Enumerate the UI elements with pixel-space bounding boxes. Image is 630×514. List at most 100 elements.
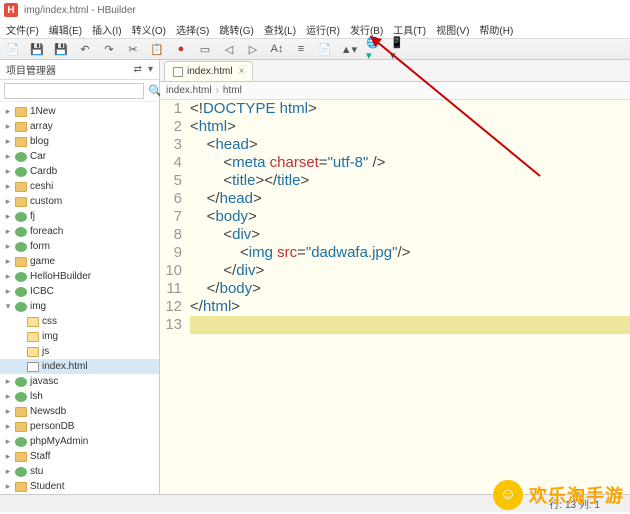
menu-item[interactable]: 视图(V) (436, 22, 469, 37)
new-icon[interactable]: 📄 (6, 42, 20, 56)
code-line[interactable]: </html> (190, 298, 630, 316)
paste-icon[interactable]: 📋 (150, 42, 164, 56)
breadcrumb-node[interactable]: html (223, 85, 242, 96)
twisty-icon[interactable]: ▸ (4, 286, 12, 297)
code-line[interactable]: </body> (190, 280, 630, 298)
code-line[interactable]: </div> (190, 262, 630, 280)
collapse-icon[interactable]: ▾ (148, 64, 153, 75)
tree-item[interactable]: css (0, 314, 159, 329)
tree-item[interactable]: ▸foreach (0, 224, 159, 239)
tree-item[interactable]: ▸Car (0, 149, 159, 164)
undo-icon[interactable]: ↶ (78, 42, 92, 56)
save-all-icon[interactable]: 💾 (54, 42, 68, 56)
tree-item[interactable]: ▸personDB (0, 419, 159, 434)
twisty-icon[interactable]: ▸ (4, 271, 12, 282)
tree-item[interactable]: ▾img (0, 299, 159, 314)
tree-item[interactable]: ▸blog (0, 134, 159, 149)
tree-item[interactable]: ▸Newsdb (0, 404, 159, 419)
code-line[interactable]: <html> (190, 118, 630, 136)
menu-item[interactable]: 跳转(G) (219, 22, 253, 37)
twisty-icon[interactable]: ▸ (4, 421, 12, 432)
tree-item[interactable]: ▸stu (0, 464, 159, 479)
tree-item[interactable]: ▸lsh (0, 389, 159, 404)
code-line[interactable]: <img src="dadwafa.jpg"/> (190, 244, 630, 262)
menu-item[interactable]: 插入(I) (92, 22, 121, 37)
tree-item[interactable]: ▸HelloHBuilder (0, 269, 159, 284)
code-line[interactable]: <!DOCTYPE html> (190, 100, 630, 118)
twisty-icon[interactable]: ▸ (4, 166, 12, 177)
tree-item[interactable]: ▸phpMyAdmin (0, 434, 159, 449)
twisty-icon[interactable]: ▸ (4, 406, 12, 417)
tree-item[interactable]: ▸form (0, 239, 159, 254)
menu-item[interactable]: 选择(S) (176, 22, 209, 37)
project-tree[interactable]: ▸1New▸array▸blog▸Car▸Cardb▸ceshi▸custom▸… (0, 102, 159, 494)
code-line[interactable]: <div> (190, 226, 630, 244)
twisty-icon[interactable]: ▸ (4, 121, 12, 132)
tree-item[interactable]: ▸array (0, 119, 159, 134)
link-icon[interactable]: ⇄ (134, 64, 142, 75)
twisty-icon[interactable]: ▸ (4, 181, 12, 192)
twisty-icon[interactable]: ▸ (4, 436, 12, 447)
menu-item[interactable]: 编辑(E) (49, 22, 82, 37)
mobile-preview-icon[interactable]: 📱▾ (390, 42, 404, 56)
twisty-icon[interactable]: ▸ (4, 481, 12, 492)
menu-item[interactable]: 运行(R) (306, 22, 340, 37)
tree-item[interactable]: ▸ceshi (0, 179, 159, 194)
code-line[interactable]: <head> (190, 136, 630, 154)
twisty-icon[interactable]: ▸ (4, 151, 12, 162)
tree-item[interactable]: ▸javasc (0, 374, 159, 389)
tree-item[interactable]: ▸Cardb (0, 164, 159, 179)
tree-item[interactable]: ▸Staff (0, 449, 159, 464)
twisty-icon[interactable]: ▸ (4, 211, 12, 222)
run-dropdown-icon[interactable]: ▲▾ (342, 42, 356, 56)
twisty-icon[interactable]: ▸ (4, 106, 12, 117)
code-line[interactable]: <body> (190, 208, 630, 226)
tab-index-html[interactable]: index.html × (164, 61, 253, 81)
twisty-icon[interactable]: ▸ (4, 241, 12, 252)
menu-item[interactable]: 帮助(H) (479, 22, 513, 37)
code-line[interactable]: <meta charset="utf-8" /> (190, 154, 630, 172)
rect-icon[interactable]: ▭ (198, 42, 212, 56)
code-editor[interactable]: 12345678910111213 <!DOCTYPE html><html> … (160, 100, 630, 494)
menu-item[interactable]: 工具(T) (393, 22, 426, 37)
menu-item[interactable]: 查找(L) (264, 22, 296, 37)
tree-item[interactable]: ▸Student (0, 479, 159, 494)
tree-item[interactable]: ▸custom (0, 194, 159, 209)
twisty-icon[interactable]: ▸ (4, 376, 12, 387)
twisty-icon[interactable]: ▾ (4, 301, 12, 312)
code-lines[interactable]: <!DOCTYPE html><html> <head> <meta chars… (190, 100, 630, 494)
font-size-icon[interactable]: A↕ (270, 42, 284, 56)
tree-item[interactable]: ▸1New (0, 104, 159, 119)
code-line[interactable]: </head> (190, 190, 630, 208)
menu-item[interactable]: 转义(O) (132, 22, 166, 37)
cut-icon[interactable]: ✂ (126, 42, 140, 56)
menu-item[interactable]: 发行(B) (350, 22, 383, 37)
close-icon[interactable]: × (239, 66, 245, 77)
forward-icon[interactable]: ▷ (246, 42, 260, 56)
breadcrumb-file[interactable]: index.html (166, 85, 212, 96)
twisty-icon[interactable]: ▸ (4, 256, 12, 267)
twisty-icon[interactable]: ▸ (4, 196, 12, 207)
tree-item[interactable]: ▸fj (0, 209, 159, 224)
search-input[interactable] (4, 83, 144, 99)
save-icon[interactable]: 💾 (30, 42, 44, 56)
twisty-icon[interactable]: ▸ (4, 466, 12, 477)
back-icon[interactable]: ◁ (222, 42, 236, 56)
twisty-icon[interactable]: ▸ (4, 226, 12, 237)
twisty-icon[interactable]: ▸ (4, 451, 12, 462)
code-line[interactable] (190, 316, 630, 334)
redo-icon[interactable]: ↷ (102, 42, 116, 56)
record-icon[interactable]: ● (174, 42, 188, 56)
tree-item[interactable]: ▸game (0, 254, 159, 269)
tree-item[interactable]: img (0, 329, 159, 344)
code-line[interactable]: <title></title> (190, 172, 630, 190)
browser-preview-icon[interactable]: 🌐▾ (366, 42, 380, 56)
twisty-icon[interactable]: ▸ (4, 391, 12, 402)
tree-item[interactable]: index.html (0, 359, 159, 374)
align-icon[interactable]: ≡ (294, 42, 308, 56)
tree-item[interactable]: ▸ICBC (0, 284, 159, 299)
breadcrumb[interactable]: index.html › html (160, 82, 630, 100)
menu-item[interactable]: 文件(F) (6, 22, 39, 37)
tree-item[interactable]: js (0, 344, 159, 359)
twisty-icon[interactable]: ▸ (4, 136, 12, 147)
